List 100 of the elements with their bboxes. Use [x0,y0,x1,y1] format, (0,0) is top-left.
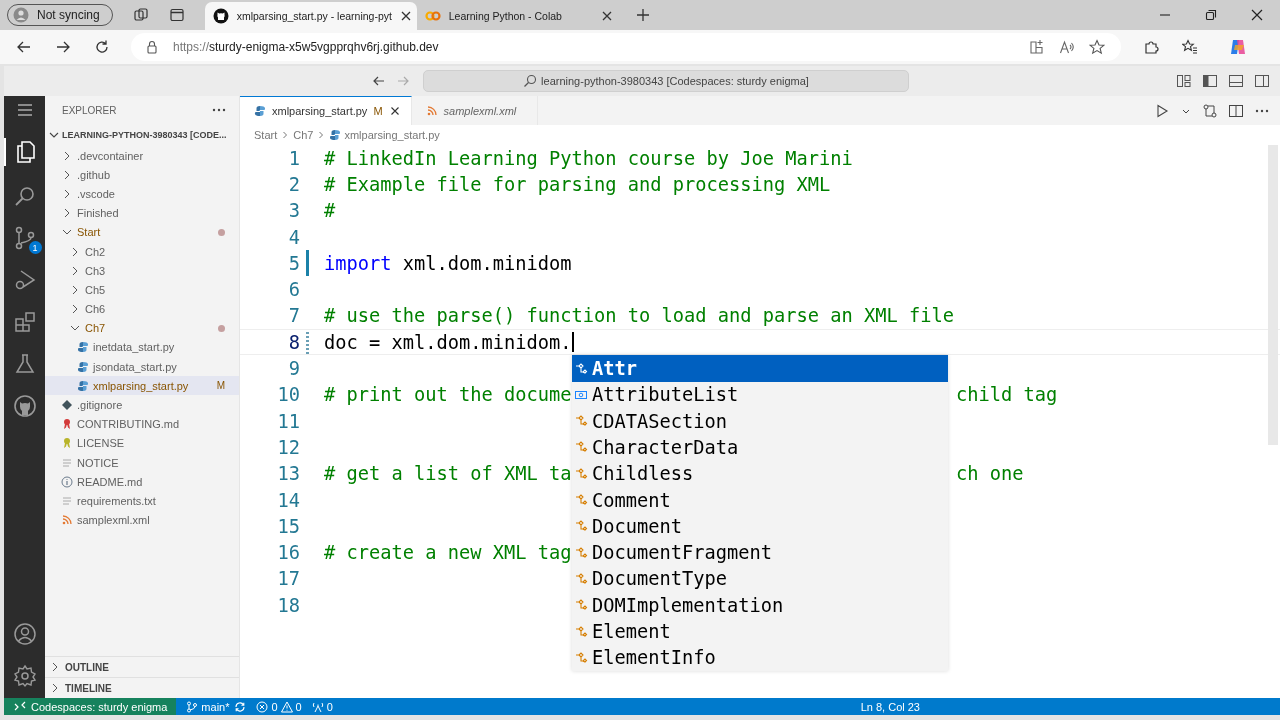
tree-item[interactable]: Start [45,222,239,242]
extensions-icon[interactable] [1143,39,1159,55]
remote-indicator[interactable]: Codespaces: sturdy enigma [4,698,177,715]
layout-icon[interactable] [1176,73,1192,89]
lock-icon [145,40,159,54]
browser-tab[interactable]: xmlparsing_start.py - learning-pyt [204,2,417,30]
forward-icon[interactable] [55,39,71,55]
suggestion-item[interactable]: DocumentType [572,565,948,593]
restore-icon[interactable] [1205,9,1217,21]
close-icon[interactable] [600,10,613,22]
code-line: doc = xml.dom.minidom. [324,331,572,353]
suggestion-item[interactable]: ElementInfo [572,644,948,671]
tree-item[interactable]: .github [45,165,239,185]
code-line: child tag [956,384,1058,406]
breadcrumb[interactable]: xmlparsing_start.py [344,129,440,141]
tree-item[interactable]: Ch5 [45,280,239,300]
tree-item[interactable]: jsondata_start.py [45,357,239,377]
suggestion-item[interactable]: AttributeList [572,381,948,408]
back-icon[interactable] [16,39,32,55]
lines-icon [61,456,73,469]
line-number: 9 [287,358,300,379]
suggestion-item[interactable]: Element [572,618,948,645]
suggestion-item[interactable]: DocumentFragment [572,539,948,566]
line-number: 13 [276,463,300,485]
tree-item[interactable]: CONTRIBUTING.md [45,414,239,434]
tree-item[interactable]: .vscode [45,184,239,204]
tree-item[interactable]: Ch6 [45,299,239,319]
suggestion-item[interactable]: Attr [572,355,948,382]
tree-item[interactable]: Ch3 [45,261,239,281]
suggestion-item[interactable]: CharacterData [572,434,948,461]
close-icon[interactable] [388,105,401,117]
ports-indicator[interactable]: 0 [311,700,333,713]
app-available-icon[interactable] [1029,39,1045,55]
suggestion-item[interactable]: CDATASection [572,408,948,435]
settings-icon[interactable] [12,664,37,688]
tree-item[interactable]: LICENSE [45,433,239,453]
suggestion-item[interactable]: Document [572,513,948,540]
tree-item[interactable]: Ch2 [45,241,239,262]
tree-item[interactable]: README.md [45,472,239,492]
tree-item[interactable]: xmlparsing_start.py M [45,376,239,396]
tree-item[interactable]: Finished [45,203,239,223]
tab-actions-icon[interactable] [168,7,185,23]
tree-item[interactable]: inetdata_start.py [45,337,239,358]
class-icon [574,466,588,481]
read-aloud-icon[interactable] [1059,39,1075,55]
cursor-position[interactable]: Ln 8, Col 23 [860,700,920,713]
account-icon[interactable] [12,622,37,646]
copilot-icon[interactable] [1229,38,1247,56]
workspaces-icon[interactable] [132,7,149,23]
collapsed-panel[interactable]: OUTLINE [45,656,239,677]
line-number: 10 [276,384,300,406]
python-icon [329,129,342,141]
suggestion-item[interactable]: Childless [572,460,948,487]
code-line: # create a new XML tag [324,542,572,564]
branch-indicator[interactable]: main* [186,700,230,713]
suggestion-item[interactable]: DOMImplementation [572,592,948,619]
problems-indicator[interactable]: 0 0 [256,700,302,713]
close-icon[interactable] [399,10,412,22]
remote-icon [14,700,26,713]
tree-item[interactable]: samplexml.xml [45,510,239,530]
tree-item[interactable]: NOTICE [45,453,239,473]
tree-item[interactable]: requirements.txt [45,491,239,511]
lines-icon [61,494,73,507]
search-icon [523,74,538,88]
secondary-sidebar-icon[interactable] [1254,73,1270,89]
tree-item[interactable]: .devcontainer [45,146,239,166]
panel-toggle-icon[interactable] [1228,73,1244,89]
python-icon [77,341,89,354]
tree-item[interactable]: .gitignore [45,395,239,415]
close-icon[interactable] [1251,9,1263,21]
python-icon [77,360,89,373]
class-icon [574,571,588,586]
sync-icon[interactable] [234,700,247,713]
line-number: 16 [276,542,300,564]
editor-tab[interactable]: xmlparsing_start.py M [240,96,412,125]
line-number: 14 [276,489,300,511]
star-icon[interactable] [1089,39,1105,55]
extensions-icon[interactable] [12,310,37,334]
editor-tab[interactable]: samplexml.xml [411,96,538,125]
workspace-folder[interactable]: LEARNING-PYTHON-3980343 [CODE... [62,130,227,140]
favorites-icon[interactable] [1182,39,1198,55]
tree-item[interactable]: Ch7 [45,318,239,338]
browser-tab[interactable]: Learning Python - Colab [416,2,621,30]
compare-icon[interactable] [1202,102,1218,119]
new-tab-icon[interactable] [634,7,651,23]
github-icon [212,8,229,24]
suggestion-item[interactable]: Comment [572,486,948,514]
address-field[interactable]: https://sturdy-enigma-x5w5vgpprqhv6rj.github.dev [131,33,1121,61]
run-icon[interactable] [1154,102,1170,119]
refresh-icon[interactable] [94,39,110,55]
class-icon [574,624,588,639]
class-icon [574,361,588,376]
info-icon [61,475,73,488]
split-editor-icon[interactable] [1228,102,1244,119]
github-icon[interactable] [12,394,37,418]
sidebar-title: EXPLORER [62,104,117,116]
breadcrumb[interactable]: Ch7 [293,129,314,141]
breadcrumb[interactable]: Start [254,129,278,141]
sidebar-toggle-icon[interactable] [1202,73,1218,89]
command-center[interactable]: learning-python-3980343 [Codespaces: sturdy enigma] [423,70,909,92]
